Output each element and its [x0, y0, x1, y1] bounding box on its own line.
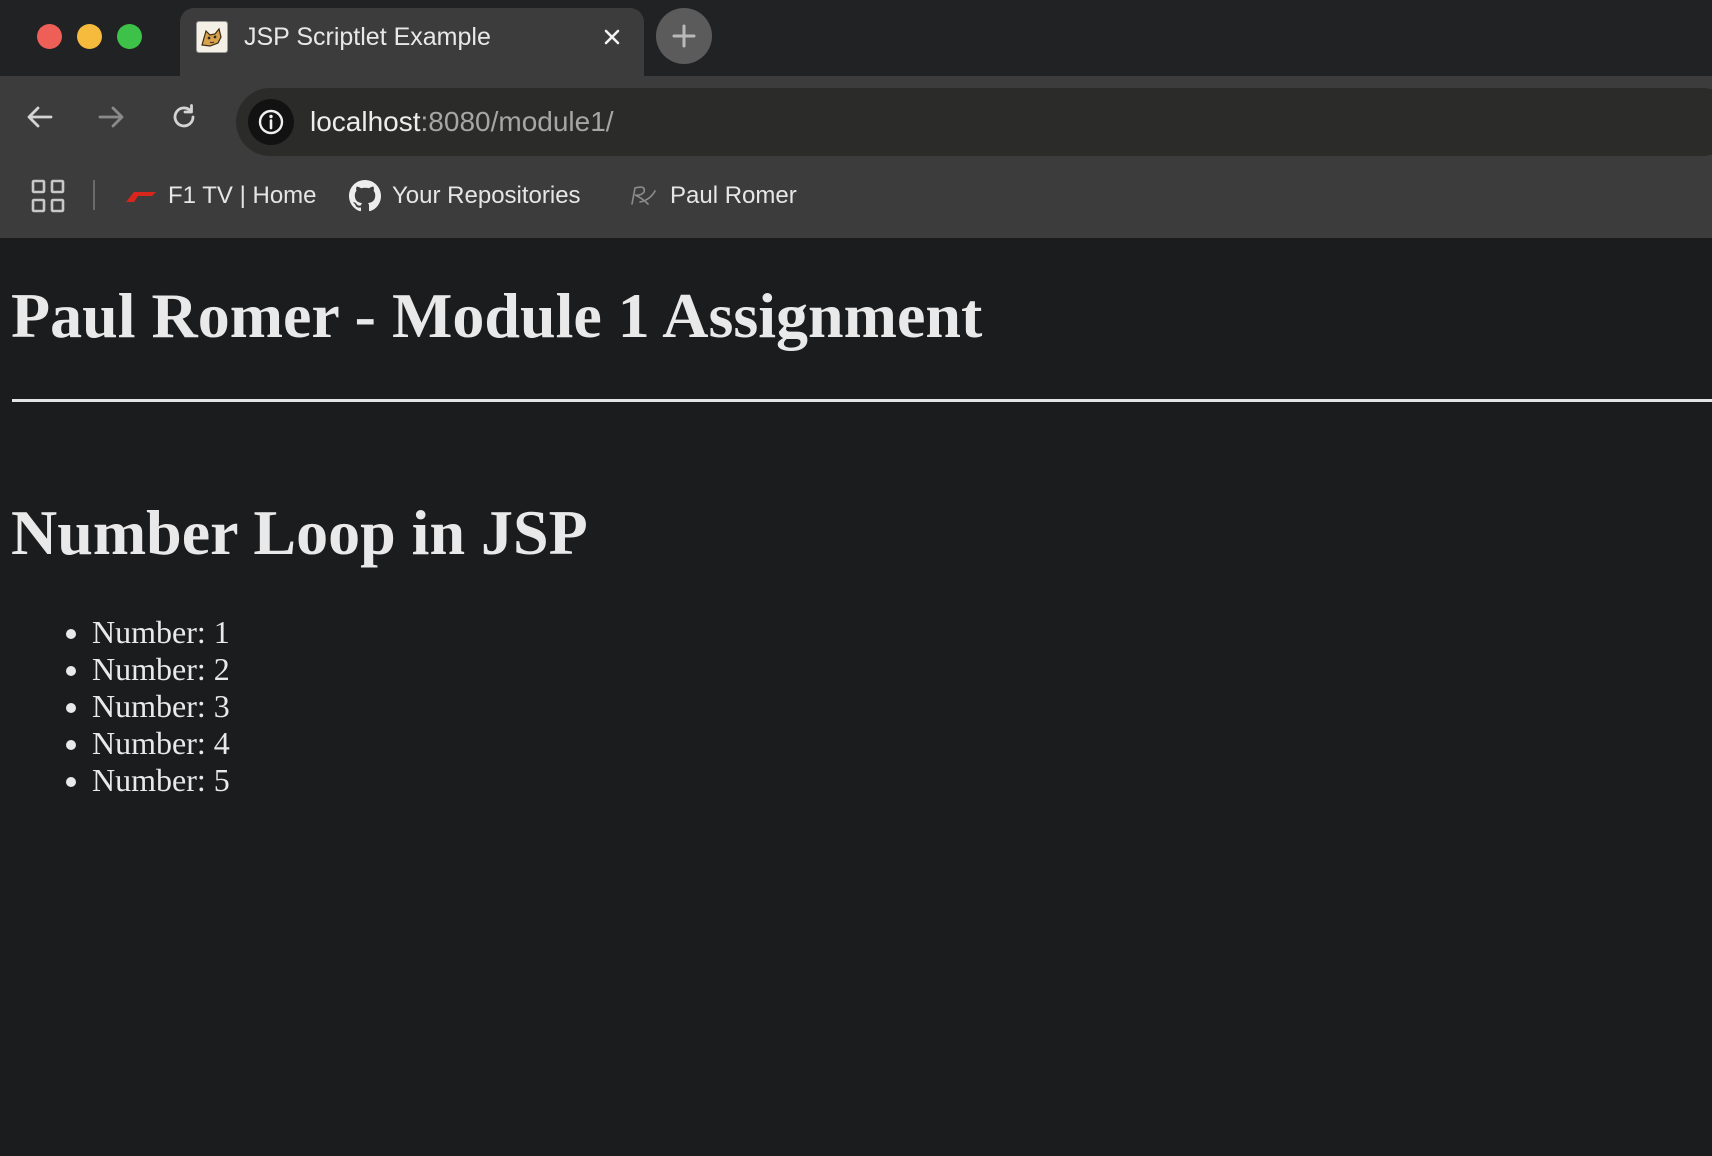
- list-item: Number: 3: [64, 688, 230, 725]
- apps-grid-icon[interactable]: [30, 178, 66, 214]
- reload-icon: [173, 104, 195, 128]
- number-list: Number: 1 Number: 2 Number: 3 Number: 4 …: [64, 614, 230, 799]
- back-button[interactable]: [17, 94, 63, 140]
- list-item: Number: 2: [64, 651, 230, 688]
- new-tab-button[interactable]: [656, 8, 712, 64]
- page-content: Paul Romer - Module 1 Assignment Number …: [0, 238, 1712, 1156]
- url-path: :8080/module1/: [420, 106, 614, 137]
- window-maximize-button[interactable]: [117, 24, 142, 49]
- bookmarks-bar: F1 TV | Home Your Repositories Paul Rome…: [0, 158, 1712, 238]
- active-tab[interactable]: JSP Scriptlet Example: [180, 8, 644, 76]
- horizontal-rule: [12, 399, 1712, 402]
- bookmark-f1-tv[interactable]: F1 TV | Home: [124, 176, 317, 216]
- plus-icon: [672, 24, 696, 48]
- site-info-icon[interactable]: [248, 99, 294, 145]
- bookmark-your-repositories[interactable]: Your Repositories: [348, 176, 581, 216]
- bookmark-label: Paul Romer: [670, 182, 797, 209]
- signature-icon: [626, 179, 660, 213]
- window-close-button[interactable]: [37, 24, 62, 49]
- close-tab-icon[interactable]: [598, 23, 626, 51]
- forward-button[interactable]: [88, 94, 134, 140]
- bookmark-label: Your Repositories: [392, 182, 581, 209]
- window-minimize-button[interactable]: [77, 24, 102, 49]
- list-item: Number: 1: [64, 614, 230, 651]
- arrow-right-icon: [98, 106, 124, 128]
- browser-toolbar: localhost:8080/module1/: [0, 76, 1712, 158]
- url-host: localhost: [310, 106, 421, 137]
- section-title: Number Loop in JSP: [11, 497, 588, 568]
- tab-strip: JSP Scriptlet Example: [0, 0, 1712, 76]
- bookmark-label: F1 TV | Home: [168, 182, 317, 209]
- url-text[interactable]: localhost:8080/module1/: [310, 106, 614, 138]
- page-title: Paul Romer - Module 1 Assignment: [11, 280, 983, 351]
- bookmarks-divider: [93, 180, 95, 210]
- list-item: Number: 5: [64, 762, 230, 799]
- f1-icon: [124, 179, 158, 213]
- arrow-left-icon: [27, 106, 53, 128]
- tab-title: JSP Scriptlet Example: [244, 23, 491, 51]
- tomcat-icon: [196, 21, 228, 53]
- address-bar[interactable]: localhost:8080/module1/: [236, 88, 1712, 156]
- list-item: Number: 4: [64, 725, 230, 762]
- reload-button[interactable]: [161, 94, 207, 140]
- bookmark-paul-romer[interactable]: Paul Romer: [626, 176, 797, 216]
- github-icon: [348, 179, 382, 213]
